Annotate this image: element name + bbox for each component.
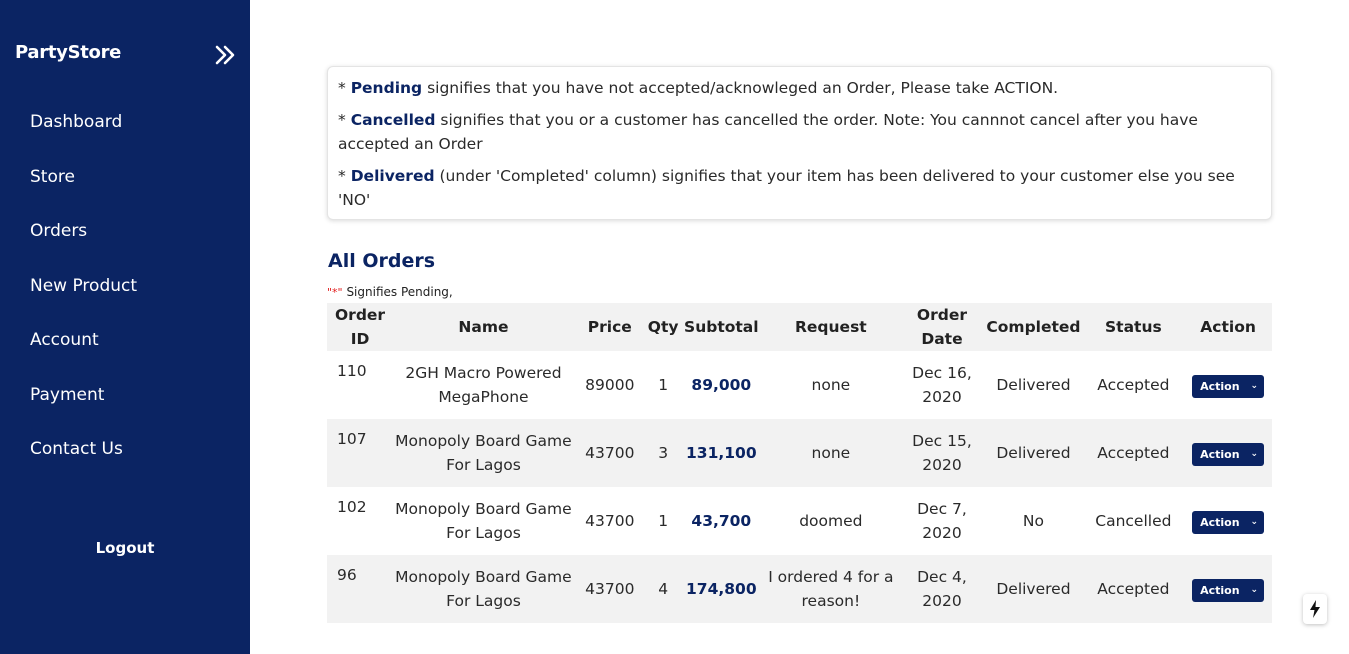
sidebar-item-new-product[interactable]: New Product xyxy=(30,272,137,327)
note-cancelled: * Cancelled signifies that you or a cust… xyxy=(338,108,1245,156)
note-bullet: * xyxy=(338,111,351,129)
header-price[interactable]: Price xyxy=(574,303,646,351)
sidebar-item-orders[interactable]: Orders xyxy=(30,217,137,272)
header-subtotal[interactable]: Subtotal xyxy=(681,303,763,351)
table-row: 96 Monopoly Board Game For Lagos 43700 4… xyxy=(327,555,1272,623)
sidebar-nav: Dashboard Store Orders New Product Accou… xyxy=(30,108,137,490)
note-text-delivered: (under 'Completed' column) signifies tha… xyxy=(338,167,1235,209)
double-chevron-right-icon[interactable] xyxy=(213,43,237,67)
legend-text: Signifies Pending, xyxy=(342,285,453,299)
sidebar: PartyStore Dashboard Store Orders New Pr… xyxy=(0,0,250,654)
status-info-box: * Pending signifies that you have not ac… xyxy=(327,66,1272,220)
pending-legend: "*" Signifies Pending, xyxy=(327,285,453,299)
note-bullet: * xyxy=(338,167,351,185)
header-completed[interactable]: Completed xyxy=(984,303,1082,351)
subtotal: 174,800 xyxy=(686,580,757,598)
qty: 1 xyxy=(658,376,669,394)
orders-table: Order ID Name Price Qty Subtotal Request… xyxy=(327,303,1272,623)
order-id: 107 xyxy=(337,430,367,448)
action-cell: Action ⌄ xyxy=(1184,555,1272,623)
note-delivered: * Delivered (under 'Completed' column) s… xyxy=(338,164,1245,212)
sidebar-item-contact-us[interactable]: Contact Us xyxy=(30,435,137,490)
note-text-cancelled: signifies that you or a customer has can… xyxy=(338,111,1198,153)
chevron-down-icon: ⌄ xyxy=(1250,449,1259,459)
product-name: Monopoly Board Game For Lagos xyxy=(395,432,572,474)
action-label: Action xyxy=(1200,379,1240,393)
action-cell: Action ⌄ xyxy=(1184,351,1272,419)
chevron-down-icon: ⌄ xyxy=(1250,381,1259,391)
header-action: Action xyxy=(1200,318,1256,336)
action-dropdown-button[interactable]: Action ⌄ xyxy=(1192,510,1265,534)
note-text-pending: signifies that you have not accepted/ack… xyxy=(422,79,1059,97)
completed: Delivered xyxy=(996,580,1071,598)
action-dropdown-button[interactable]: Action ⌄ xyxy=(1192,374,1265,398)
status: Cancelled xyxy=(1095,512,1172,530)
note-pending: * Pending signifies that you have not ac… xyxy=(338,76,1245,100)
action-cell: Action ⌄ xyxy=(1184,419,1272,487)
header-order-date[interactable]: Order Date xyxy=(900,303,985,351)
page-title: All Orders xyxy=(328,250,436,272)
table-header-row: Order ID Name Price Qty Subtotal Request… xyxy=(327,303,1272,351)
qty: 3 xyxy=(658,444,669,462)
action-dropdown-button[interactable]: Action ⌄ xyxy=(1192,442,1265,466)
status: Accepted xyxy=(1097,580,1170,598)
order-date: Dec 4, 2020 xyxy=(917,568,967,610)
chevron-down-icon: ⌄ xyxy=(1250,585,1259,595)
order-date: Dec 16, 2020 xyxy=(912,364,972,406)
action-label: Action xyxy=(1200,515,1240,529)
status: Accepted xyxy=(1097,444,1170,462)
sidebar-item-payment[interactable]: Payment xyxy=(30,381,137,436)
product-name: 2GH Macro Powered MegaPhone xyxy=(405,364,562,406)
action-label: Action xyxy=(1200,447,1240,461)
product-name: Monopoly Board Game For Lagos xyxy=(395,500,572,542)
request: none xyxy=(811,444,851,462)
note-term-cancelled: Cancelled xyxy=(350,111,436,129)
subtotal: 43,700 xyxy=(691,512,752,530)
price: 43700 xyxy=(585,444,635,462)
request: doomed xyxy=(799,512,863,530)
sidebar-item-store[interactable]: Store xyxy=(30,163,137,218)
sidebar-item-account[interactable]: Account xyxy=(30,326,137,381)
sidebar-item-dashboard[interactable]: Dashboard xyxy=(30,108,137,163)
status: Accepted xyxy=(1097,376,1170,394)
qty: 1 xyxy=(658,512,669,530)
price: 89000 xyxy=(585,376,635,394)
table-row: 107 Monopoly Board Game For Lagos 43700 … xyxy=(327,419,1272,487)
chevron-down-icon: ⌄ xyxy=(1250,517,1259,527)
request: none xyxy=(811,376,851,394)
price: 43700 xyxy=(585,580,635,598)
header-status[interactable]: Status xyxy=(1083,303,1185,351)
brand-logo[interactable]: PartyStore xyxy=(15,42,121,63)
price: 43700 xyxy=(585,512,635,530)
header-order-id[interactable]: Order ID xyxy=(327,303,393,351)
logout-button[interactable]: Logout xyxy=(0,539,250,557)
header-name[interactable]: Name xyxy=(393,303,574,351)
note-term-pending: Pending xyxy=(350,79,423,97)
qty: 4 xyxy=(658,580,669,598)
completed: Delivered xyxy=(996,376,1071,394)
pending-star: "*" xyxy=(327,286,343,299)
order-date: Dec 7, 2020 xyxy=(917,500,967,542)
order-id: 110 xyxy=(337,362,367,380)
header-request[interactable]: Request xyxy=(762,303,899,351)
order-id: 96 xyxy=(337,566,357,584)
note-term-delivered: Delivered xyxy=(350,167,435,185)
action-label: Action xyxy=(1200,583,1240,597)
product-name: Monopoly Board Game For Lagos xyxy=(395,568,572,610)
order-id: 102 xyxy=(337,498,367,516)
note-bullet: * xyxy=(338,79,351,97)
completed: No xyxy=(1022,512,1044,530)
completed: Delivered xyxy=(996,444,1071,462)
action-dropdown-button[interactable]: Action ⌄ xyxy=(1192,578,1265,602)
table-row: 110 2GH Macro Powered MegaPhone 89000 1 … xyxy=(327,351,1272,419)
action-cell: Action ⌄ xyxy=(1184,487,1272,555)
subtotal: 131,100 xyxy=(686,444,757,462)
lightning-bolt-icon[interactable] xyxy=(1303,594,1327,624)
subtotal: 89,000 xyxy=(691,376,752,394)
order-date: Dec 15, 2020 xyxy=(912,432,972,474)
table-row: 102 Monopoly Board Game For Lagos 43700 … xyxy=(327,487,1272,555)
request: I ordered 4 for a reason! xyxy=(768,568,894,610)
header-qty[interactable]: Qty xyxy=(646,303,681,351)
